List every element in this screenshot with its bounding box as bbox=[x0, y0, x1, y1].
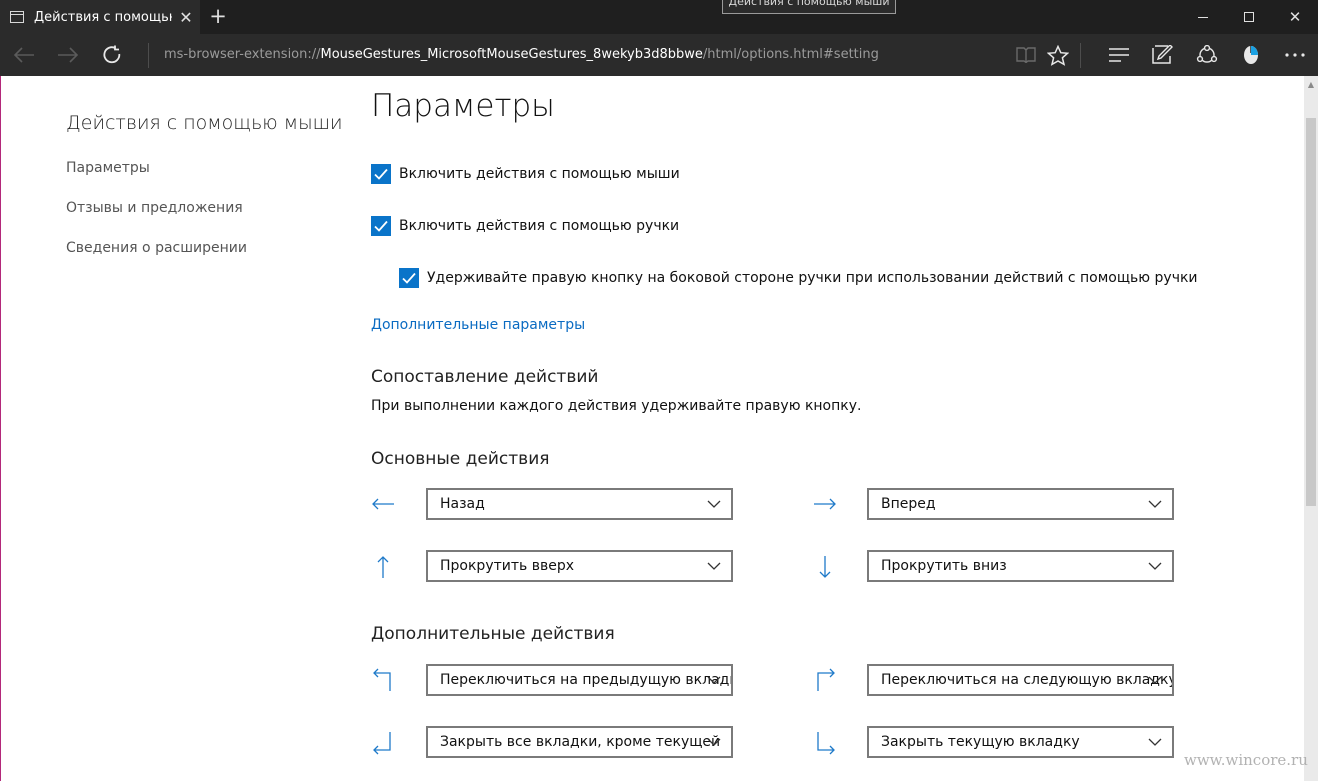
address-separator bbox=[148, 43, 149, 68]
down-arrow-icon bbox=[819, 556, 831, 578]
advanced-settings-link[interactable]: Дополнительные параметры bbox=[371, 317, 585, 333]
left-arrow-icon bbox=[372, 498, 394, 510]
watermark: www.wincore.ru bbox=[1184, 751, 1308, 769]
gesture-mapping-description: При выполнении каждого действия удержива… bbox=[371, 398, 862, 414]
address-bar[interactable]: ms-browser-extension://MouseGestures_Mic… bbox=[164, 34, 879, 76]
checkmark-icon bbox=[402, 272, 416, 284]
tab-title: Действия с помощью мыши bbox=[34, 9, 172, 25]
share-button[interactable] bbox=[1189, 34, 1225, 76]
url-scheme: ms-browser-extension:// bbox=[164, 47, 321, 62]
checkmark-icon bbox=[374, 220, 388, 232]
back-arrow-icon bbox=[13, 47, 34, 63]
more-button[interactable] bbox=[1277, 34, 1313, 76]
page-title: Параметры bbox=[371, 88, 555, 124]
gesture-mapping-title: Сопоставление действий bbox=[371, 367, 599, 387]
url-host: MouseGestures_MicrosoftMouseGestures_8we… bbox=[320, 47, 703, 62]
window-frame-border bbox=[0, 76, 1, 781]
chevron-down-icon bbox=[707, 500, 721, 508]
gesture-down-right-value: Закрыть текущую вкладку bbox=[881, 734, 1080, 750]
back-button[interactable] bbox=[4, 34, 44, 76]
up-right-arrow-icon bbox=[817, 668, 835, 691]
pen-side-button-option: Удерживайте правую кнопку на боковой сто… bbox=[399, 268, 1198, 288]
sidebar-link-feedback[interactable]: Отзывы и предложения bbox=[66, 200, 243, 216]
refresh-button[interactable] bbox=[92, 34, 132, 76]
enable-mouse-gestures-checkbox[interactable] bbox=[371, 164, 391, 184]
reading-view-button[interactable] bbox=[1008, 34, 1044, 76]
gesture-down-select[interactable]: Прокрутить вниз bbox=[867, 550, 1174, 582]
chevron-down-icon bbox=[1148, 562, 1162, 570]
enable-pen-gestures-checkbox[interactable] bbox=[371, 216, 391, 236]
minimize-button[interactable] bbox=[1180, 0, 1226, 34]
favorite-button[interactable] bbox=[1040, 34, 1076, 76]
chevron-down-icon bbox=[707, 738, 721, 746]
gesture-up-select[interactable]: Прокрутить вверх bbox=[426, 550, 733, 582]
url-path: /html/options.html#setting bbox=[702, 47, 879, 62]
window-close-button[interactable]: ✕ bbox=[1272, 0, 1318, 34]
enable-pen-gestures-option: Включить действия с помощью ручки bbox=[371, 216, 679, 236]
chevron-down-icon bbox=[1148, 676, 1162, 684]
gesture-up-right-select[interactable]: Переключиться на следующую вкладку bbox=[867, 664, 1174, 696]
sidebar-link-about[interactable]: Сведения о расширении bbox=[66, 240, 247, 256]
chevron-down-icon bbox=[707, 562, 721, 570]
new-tab-button[interactable]: + bbox=[205, 3, 231, 31]
star-icon bbox=[1047, 44, 1069, 66]
sidebar-link-settings[interactable]: Параметры bbox=[66, 160, 150, 176]
up-left-arrow-icon bbox=[373, 668, 391, 691]
minimize-icon bbox=[1198, 16, 1208, 18]
gesture-up-right-value: Переключиться на следующую вкладку bbox=[881, 672, 1174, 688]
enable-mouse-gestures-option: Включить действия с помощью мыши bbox=[371, 164, 680, 184]
chevron-down-icon bbox=[1148, 500, 1162, 508]
share-icon bbox=[1196, 45, 1218, 63]
gesture-down-right-select[interactable]: Закрыть текущую вкладку bbox=[867, 726, 1174, 758]
gesture-up-value: Прокрутить вверх bbox=[440, 558, 575, 574]
enable-pen-gestures-label: Включить действия с помощью ручки bbox=[399, 218, 680, 234]
gesture-down-value: Прокрутить вниз bbox=[881, 558, 1007, 574]
refresh-icon bbox=[103, 45, 121, 64]
tab-page-icon bbox=[10, 11, 24, 23]
toolbar-separator bbox=[1080, 43, 1081, 68]
browser-tab[interactable]: Действия с помощью мыши ✕ bbox=[0, 0, 200, 34]
maximize-icon bbox=[1244, 12, 1254, 22]
mouse-gestures-extension-button[interactable] bbox=[1233, 34, 1269, 76]
forward-button[interactable] bbox=[48, 34, 88, 76]
gesture-down-left-select[interactable]: Закрыть все вкладки, кроме текущей bbox=[426, 726, 733, 758]
tab-close-button[interactable]: ✕ bbox=[178, 8, 194, 27]
web-note-button[interactable] bbox=[1145, 34, 1181, 76]
pen-side-button-checkbox[interactable] bbox=[399, 268, 419, 288]
hub-icon bbox=[1109, 48, 1129, 62]
down-right-arrow-icon bbox=[817, 732, 835, 755]
reading-view-icon bbox=[1016, 47, 1036, 63]
more-dots-icon bbox=[1285, 53, 1305, 57]
close-icon: ✕ bbox=[1288, 8, 1302, 26]
basic-gestures-title: Основные действия bbox=[371, 449, 550, 469]
extra-gestures-title: Дополнительные действия bbox=[371, 624, 615, 644]
gesture-right-value: Вперед bbox=[881, 496, 936, 512]
gesture-right-select[interactable]: Вперед bbox=[867, 488, 1174, 520]
gesture-up-left-value: Переключиться на предыдущую вкладку bbox=[440, 672, 733, 688]
down-left-arrow-icon bbox=[373, 732, 391, 755]
navigation-bar: ms-browser-extension://MouseGestures_Mic… bbox=[0, 34, 1318, 76]
sidebar-title: Действия с помощью мыши bbox=[66, 112, 343, 134]
checkmark-icon bbox=[374, 168, 388, 180]
enable-mouse-gestures-label: Включить действия с помощью мыши bbox=[399, 166, 680, 182]
web-note-icon bbox=[1152, 45, 1173, 64]
mouse-gestures-extension-icon bbox=[1244, 46, 1258, 64]
chevron-down-icon bbox=[1148, 738, 1162, 746]
maximize-button[interactable] bbox=[1226, 0, 1272, 34]
title-bar: Действия с помощью мыши ✕ + Действия с п… bbox=[0, 0, 1318, 34]
gesture-down-left-value: Закрыть все вкладки, кроме текущей bbox=[440, 734, 721, 750]
gesture-left-select[interactable]: Назад bbox=[426, 488, 733, 520]
chevron-down-icon bbox=[707, 676, 721, 684]
up-arrow-icon bbox=[377, 556, 389, 578]
right-arrow-icon bbox=[814, 498, 836, 510]
scroll-up-arrow-icon[interactable]: ▲ bbox=[1304, 80, 1318, 89]
hub-button[interactable] bbox=[1101, 34, 1137, 76]
gesture-left-value: Назад bbox=[440, 496, 485, 512]
pen-side-button-label: Удерживайте правую кнопку на боковой сто… bbox=[427, 270, 1198, 286]
gesture-up-left-select[interactable]: Переключиться на предыдущую вкладку bbox=[426, 664, 733, 696]
forward-arrow-icon bbox=[58, 47, 79, 63]
vertical-scrollbar[interactable]: ▲ bbox=[1304, 76, 1318, 781]
tab-tooltip: Действия с помощью мыши bbox=[722, 0, 896, 14]
scroll-thumb[interactable] bbox=[1306, 118, 1316, 506]
